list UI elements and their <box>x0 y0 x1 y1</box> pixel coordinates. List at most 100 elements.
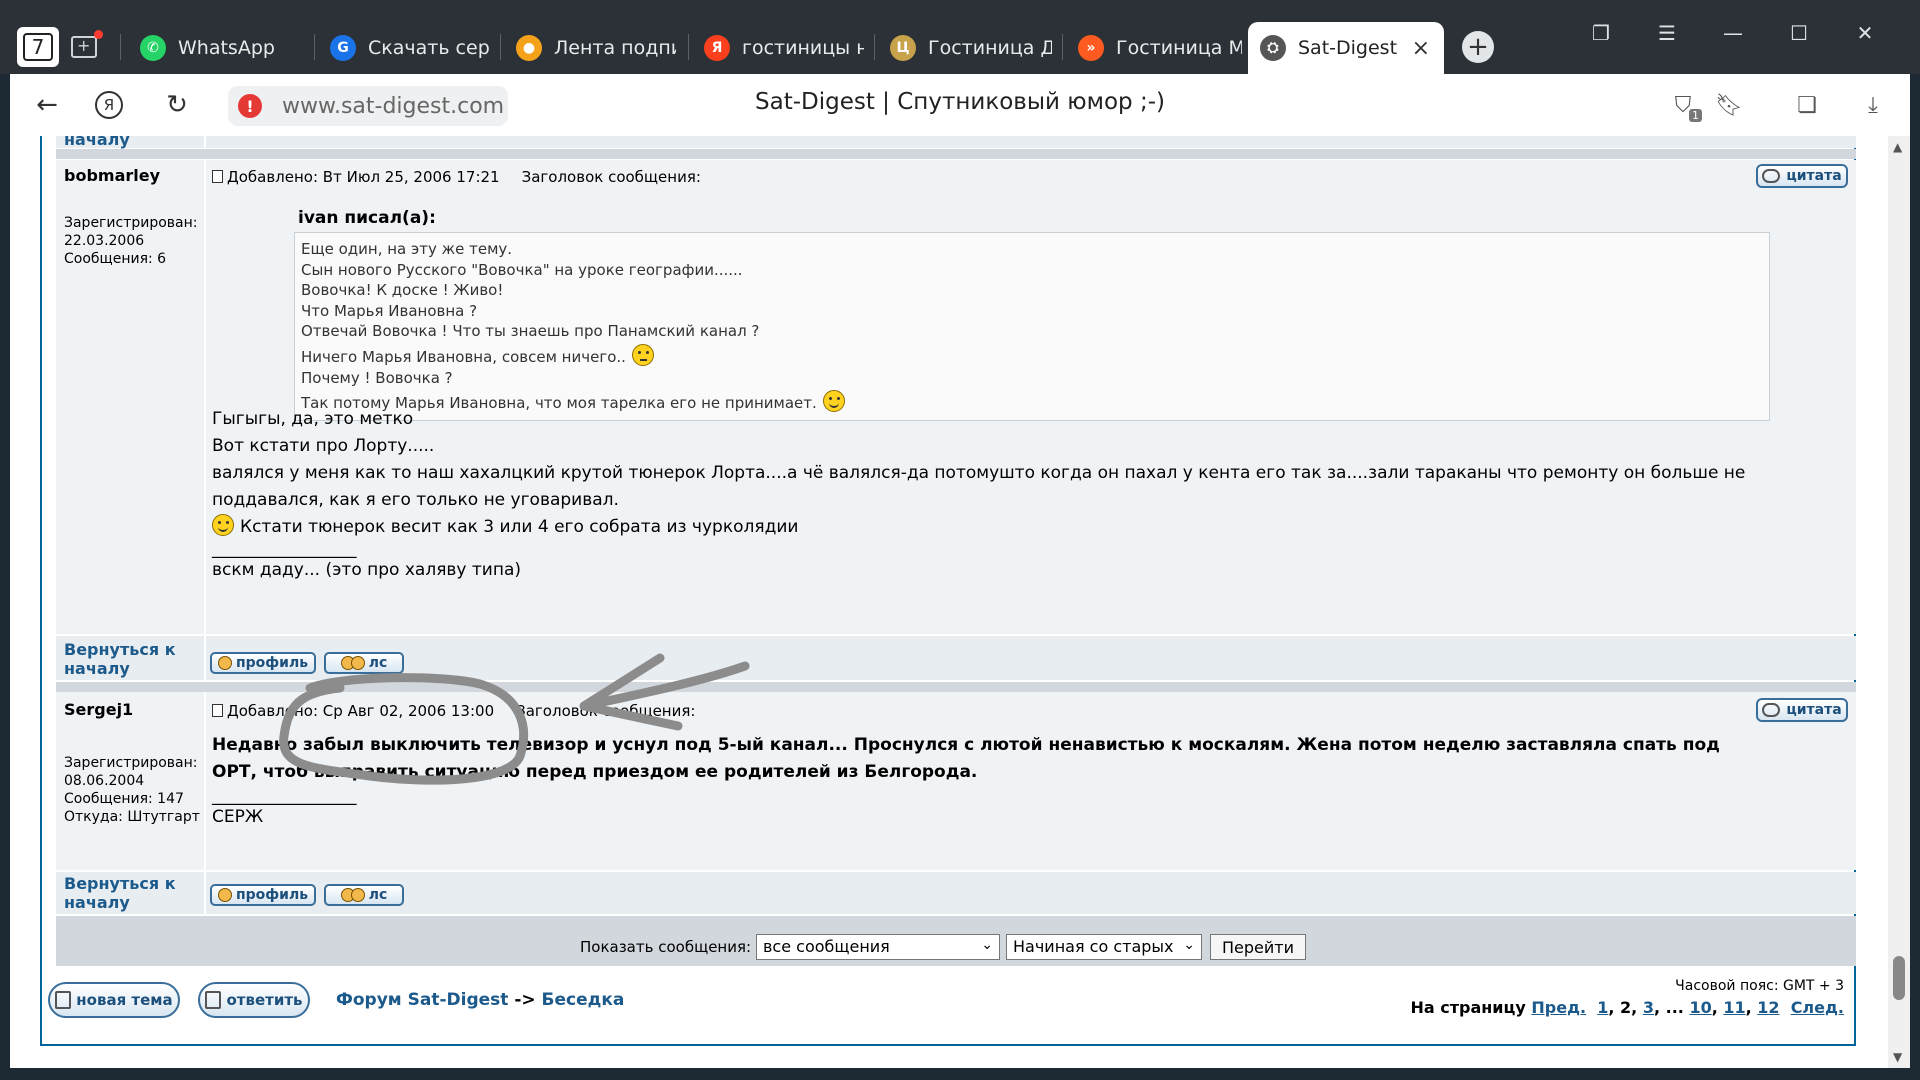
sort-order-select[interactable]: Начиная со старых ⌄ <box>1006 934 1202 960</box>
signature-separator: _________________ <box>212 539 357 559</box>
body-line: Гыгыгы, да, это метко <box>212 409 414 429</box>
pm-label: лс <box>368 655 388 671</box>
post-username[interactable]: Sergej1 <box>64 700 133 719</box>
post-author-cell: Sergej1 Зарегистрирован: 08.06.2004 Сооб… <box>56 692 204 870</box>
pagination-next-link[interactable]: След. <box>1791 998 1844 1017</box>
post-content-cell: Добавлено: Ср Авг 02, 2006 13:00 Заголово… <box>206 692 1856 870</box>
signature-text: вскм даду... (это про халяву типа) <box>212 560 522 580</box>
pagination-label: На страницу <box>1410 998 1526 1017</box>
reg-label: Зарегистрирован: <box>64 215 198 231</box>
post-sergej1: Sergej1 Зарегистрирован: 08.06.2004 Сооб… <box>56 692 1856 870</box>
zen-icon: ● <box>516 35 542 61</box>
tab-bar: 7 + ✆ WhatsApp G Скачать сери ● Лента по… <box>0 0 1920 74</box>
private-message-button[interactable]: лс <box>324 884 404 906</box>
tab-separator <box>500 34 501 60</box>
new-topic-button[interactable]: новая тема <box>48 982 180 1018</box>
chevrons-icon: » <box>1078 35 1104 61</box>
google-icon: G <box>330 35 356 61</box>
profile-button[interactable]: профиль <box>210 884 316 906</box>
tab-separator <box>1062 34 1063 60</box>
pagination-ellipsis: ... <box>1665 998 1684 1017</box>
quote-line-with-smile: Ничего Марья Ивановна, совсем ничего.. <box>301 343 1763 368</box>
quote-label: цитата <box>1786 702 1842 718</box>
breadcrumb-section-link[interactable]: Беседка <box>542 990 625 1010</box>
pagination-page-link[interactable]: 3 <box>1643 998 1654 1017</box>
quote-box: Еще один, на эту же тему. Сын нового Рус… <box>294 232 1770 421</box>
go-button[interactable]: Перейти <box>1210 934 1306 960</box>
new-tab-group-icon[interactable]: + <box>71 30 103 60</box>
menu-icon[interactable]: ☰ <box>1652 18 1682 48</box>
whatsapp-icon: ✆ <box>140 35 166 61</box>
tab-whatsapp[interactable]: ✆ WhatsApp <box>128 22 306 74</box>
signature-separator: _________________ <box>212 786 357 806</box>
scroll-down-arrow-icon[interactable]: ▼ <box>1893 1050 1902 1064</box>
body-line: Недавно забыл выключить телевизор и усну… <box>212 735 1720 755</box>
scroll-thumb[interactable] <box>1893 956 1905 1000</box>
page-title: Sat-Digest | Спутниковый юмор ;-) <box>755 89 1165 115</box>
pagination-page-link[interactable]: 12 <box>1757 998 1779 1017</box>
tab-counter-button[interactable]: 7 <box>17 27 59 67</box>
maximize-icon[interactable]: ☐ <box>1784 18 1814 48</box>
post-signature: _________________ СЕРЖ <box>212 788 357 831</box>
quote-line: Отвечай Вовочка ! Что ты знаешь про Пана… <box>301 322 760 341</box>
message-filter-select[interactable]: все сообщения ⌄ <box>756 934 1000 960</box>
profile-button[interactable]: профиль <box>210 652 316 674</box>
post-date: Добавлено: Ср Авг 02, 2006 13:00 <box>227 702 495 720</box>
close-window-icon[interactable]: ✕ <box>1850 18 1880 48</box>
close-tab-icon[interactable]: × <box>1412 36 1430 61</box>
quote-line: Сын нового Русского "Вовочка" на уроке г… <box>301 260 743 279</box>
body-line: валялся у меня как то наш хахалцкий крут… <box>212 463 1746 483</box>
quote-button[interactable]: цитата <box>1756 164 1848 188</box>
scroll-up-arrow-icon[interactable]: ▲ <box>1893 140 1902 154</box>
reply-button[interactable]: ответить <box>198 982 310 1018</box>
post-body: Гыгыгы, да, это метко Вот кстати про Лор… <box>212 406 1745 584</box>
bookmarks-panel-icon[interactable]: ❐ <box>1586 18 1616 48</box>
new-tab-button[interactable]: + <box>1462 31 1494 63</box>
quote-line: Что Марья Ивановна ? <box>301 301 478 320</box>
timezone-label: Часовой пояс: GMT + 3 <box>1675 978 1844 994</box>
collections-icon[interactable]: ❏ <box>1790 88 1824 122</box>
post-content-cell: Добавлено: Вт Июл 25, 2006 17:21 Заголово… <box>206 160 1856 634</box>
body-line: поддавался, как я его только не уговарив… <box>212 490 619 510</box>
shield-badge: 1 <box>1689 109 1702 122</box>
tab-hotels-search[interactable]: Я гостиницы н <box>692 22 864 74</box>
pagination-prev-link[interactable]: Пред. <box>1531 998 1586 1017</box>
private-message-button[interactable]: лс <box>324 652 404 674</box>
pagination-page-link[interactable]: 11 <box>1723 998 1745 1017</box>
tab-separator <box>314 34 315 60</box>
post-username[interactable]: bobmarley <box>64 166 160 185</box>
pagination-current-page: 2 <box>1620 998 1632 1017</box>
post-bobmarley: bobmarley Зарегистрирован: 22.03.2006 Со… <box>56 160 1856 634</box>
quote-button[interactable]: цитата <box>1756 698 1848 722</box>
pm-label: лс <box>368 887 388 903</box>
tab-sat-digest[interactable]: ⛭ Sat-Digest × <box>1248 22 1444 74</box>
reg-date: 22.03.2006 <box>64 233 145 249</box>
pagination-page-link[interactable]: 1 <box>1597 998 1608 1017</box>
protect-shield-icon[interactable]: ⛉ 1 <box>1666 88 1702 122</box>
new-topic-icon <box>55 991 72 1009</box>
pagination-page-link[interactable]: 10 <box>1689 998 1711 1017</box>
minimize-icon[interactable]: — <box>1718 18 1748 48</box>
users-avatar-icon <box>350 888 365 902</box>
bookmark-icon[interactable]: 🔖︎ <box>1712 88 1746 122</box>
message-count: Сообщения: 147 <box>64 791 184 807</box>
tab-download-series[interactable]: G Скачать сери <box>318 22 490 74</box>
plus-icon: + <box>77 36 91 55</box>
tab-feed[interactable]: ● Лента подпис <box>504 22 676 74</box>
tab-hotel-m[interactable]: » Гостиница М <box>1066 22 1242 74</box>
post-meta: Добавлено: Вт Июл 25, 2006 17:21 Заголово… <box>212 168 701 186</box>
download-icon[interactable]: ⤓ <box>1856 88 1890 122</box>
back-to-top-link[interactable]: началу <box>64 136 130 149</box>
body-line-with-smile: Кстати тюнерок весит как 3 или 4 его соб… <box>212 514 1745 541</box>
vertical-scrollbar[interactable]: ▲ ▼ <box>1888 136 1910 1068</box>
breadcrumb-forum-link[interactable]: Форум Sat-Digest <box>336 990 508 1010</box>
post-footer-right: профиль лс <box>206 636 1856 680</box>
back-to-top-link[interactable]: Вернуться к началу <box>64 874 194 912</box>
back-to-top-link[interactable]: Вернуться к началу <box>64 640 194 678</box>
tab-label: Лента подпис <box>554 37 676 59</box>
quote-line: Ничего Марья Ивановна, совсем ничего.. <box>301 347 626 366</box>
tab-hotel-d[interactable]: Ц Гостиница Д <box>878 22 1052 74</box>
yandex-icon: Я <box>704 35 730 61</box>
row-separator <box>56 916 1856 926</box>
hotel-logo-icon: Ц <box>890 35 916 61</box>
